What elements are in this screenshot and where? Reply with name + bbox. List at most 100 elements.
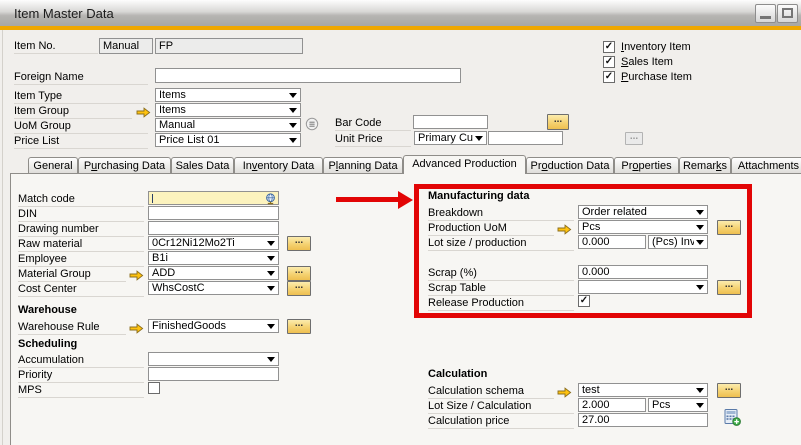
production-uom-link-arrow-icon[interactable]: [557, 222, 572, 233]
cost-center-label: Cost Center: [18, 283, 144, 297]
tab-attachments[interactable]: Attachments: [731, 157, 801, 174]
calculation-schema-dropdown[interactable]: test: [578, 383, 708, 397]
cost-center-more-button[interactable]: ...: [287, 281, 311, 296]
bar-code-more-button[interactable]: ...: [547, 114, 569, 130]
unit-price-input[interactable]: [488, 131, 563, 145]
din-label: DIN: [18, 208, 144, 222]
window-left-edge: [2, 30, 3, 445]
calculator-icon[interactable]: [724, 409, 741, 431]
tab-production-data[interactable]: Production Data: [526, 157, 614, 174]
priority-input[interactable]: [148, 367, 279, 381]
scrap-percent-label: Scrap (%): [428, 267, 574, 281]
scrap-percent-input[interactable]: [578, 265, 708, 279]
item-type-dropdown[interactable]: Items: [155, 88, 301, 102]
tab-inventory-data[interactable]: Inventory Data: [234, 157, 323, 174]
drawing-number-input[interactable]: [148, 221, 279, 235]
tab-planning-data[interactable]: Planning Data: [323, 157, 403, 174]
window-title: Item Master Data: [14, 6, 114, 21]
calculation-price-input[interactable]: [578, 413, 708, 427]
lot-size-calculation-uom-dropdown[interactable]: Pcs: [648, 398, 708, 412]
warehouse-section-header: Warehouse: [18, 304, 77, 316]
din-input[interactable]: [148, 206, 279, 220]
lot-size-production-input[interactable]: [578, 235, 646, 249]
lot-size-production-label: Lot size / production: [428, 237, 574, 251]
release-production-checkbox[interactable]: ✓: [578, 295, 590, 307]
purchase-item-checkbox[interactable]: ✓: [603, 71, 615, 83]
foreign-name-input[interactable]: [155, 68, 461, 83]
item-group-link-arrow-icon[interactable]: [136, 105, 151, 116]
lot-size-calculation-label: Lot Size / Calculation: [428, 400, 574, 414]
production-uom-dropdown[interactable]: Pcs: [578, 220, 708, 234]
warehouse-rule-link-arrow-icon[interactable]: [129, 321, 144, 332]
breakdown-label: Breakdown: [428, 207, 574, 221]
production-uom-label: Production UoM: [428, 222, 554, 236]
manufacturing-data-header: Manufacturing data: [428, 190, 529, 202]
raw-material-more-button[interactable]: ...: [287, 236, 311, 251]
tab-remarks[interactable]: Remarks: [679, 157, 731, 174]
uom-group-detail-icon[interactable]: [305, 117, 319, 136]
item-type-label: Item Type: [14, 90, 148, 104]
raw-material-dropdown[interactable]: 0Cr12Ni12Mo2Ti: [148, 236, 279, 250]
scrap-table-dropdown[interactable]: [578, 280, 708, 294]
material-group-dropdown[interactable]: ADD: [148, 266, 279, 280]
calculation-schema-link-arrow-icon[interactable]: [557, 385, 572, 396]
bar-code-input[interactable]: [413, 115, 488, 129]
match-code-label: Match code: [18, 193, 144, 207]
accent-bar: [0, 26, 801, 30]
warehouse-rule-more-button[interactable]: ...: [287, 319, 311, 334]
item-group-dropdown[interactable]: Items: [155, 103, 301, 117]
price-list-dropdown[interactable]: Price List 01: [155, 133, 301, 147]
unit-price-currency-dropdown[interactable]: Primary Curre: [414, 131, 487, 145]
warehouse-rule-dropdown[interactable]: FinishedGoods: [148, 319, 279, 333]
item-no-label: Item No.: [14, 40, 98, 54]
unit-price-more-button[interactable]: ...: [625, 132, 643, 145]
raw-material-label: Raw material: [18, 238, 144, 252]
minimize-button[interactable]: [755, 4, 776, 23]
tab-sales-data[interactable]: Sales Data: [171, 157, 234, 174]
unit-price-label: Unit Price: [335, 133, 411, 147]
sales-item-checkbox[interactable]: ✓: [603, 56, 615, 68]
material-group-more-button[interactable]: ...: [287, 266, 311, 281]
lot-size-production-uom-dropdown[interactable]: (Pcs) Inve: [648, 235, 708, 249]
inventory-item-label: Inventory Item: [621, 41, 691, 53]
tab-general[interactable]: General: [28, 157, 78, 174]
item-no-field[interactable]: FP: [155, 38, 303, 54]
calculation-price-label: Calculation price: [428, 415, 574, 429]
production-uom-more-button[interactable]: ...: [717, 220, 741, 235]
titlebar: Item Master Data: [0, 0, 801, 26]
material-group-link-arrow-icon[interactable]: [129, 268, 144, 279]
tab-purchasing-data[interactable]: Purchasing Data: [78, 157, 171, 174]
calculation-schema-more-button[interactable]: ...: [717, 383, 741, 398]
text-caret: [152, 194, 153, 203]
scrap-table-more-button[interactable]: ...: [717, 280, 741, 295]
calculation-section-header: Calculation: [428, 368, 487, 380]
accumulation-label: Accumulation: [18, 354, 144, 368]
accumulation-dropdown[interactable]: [148, 352, 279, 366]
mps-checkbox[interactable]: [148, 382, 160, 394]
drawing-number-label: Drawing number: [18, 223, 144, 237]
price-list-label: Price List: [14, 135, 148, 149]
match-code-input[interactable]: [148, 191, 279, 205]
foreign-name-label: Foreign Name: [14, 71, 148, 85]
priority-label: Priority: [18, 369, 144, 383]
warehouse-rule-label: Warehouse Rule: [18, 321, 126, 335]
release-production-label: Release Production: [428, 297, 574, 311]
purchase-item-label: Purchase Item: [621, 71, 692, 83]
lot-size-calculation-input[interactable]: [578, 398, 646, 412]
item-group-label: Item Group: [14, 105, 132, 119]
item-master-data-window: Item Master Data Item No. Manual FP ✓ In…: [0, 0, 801, 445]
scheduling-section-header: Scheduling: [18, 338, 77, 350]
item-no-mode-selector[interactable]: Manual: [99, 38, 153, 54]
bar-code-label: Bar Code: [335, 117, 411, 131]
tab-advanced-production[interactable]: Advanced Production: [403, 155, 526, 174]
cost-center-dropdown[interactable]: WhsCostC: [148, 281, 279, 295]
breakdown-dropdown[interactable]: Order related: [578, 205, 708, 219]
tab-properties[interactable]: Properties: [614, 157, 679, 174]
inventory-item-checkbox[interactable]: ✓: [603, 41, 615, 53]
maximize-button[interactable]: [777, 4, 798, 23]
employee-dropdown[interactable]: B1i: [148, 251, 279, 265]
material-group-label: Material Group: [18, 268, 126, 282]
minimize-icon: [760, 16, 771, 19]
calculation-schema-label: Calculation schema: [428, 385, 554, 399]
uom-group-dropdown[interactable]: Manual: [155, 118, 301, 132]
